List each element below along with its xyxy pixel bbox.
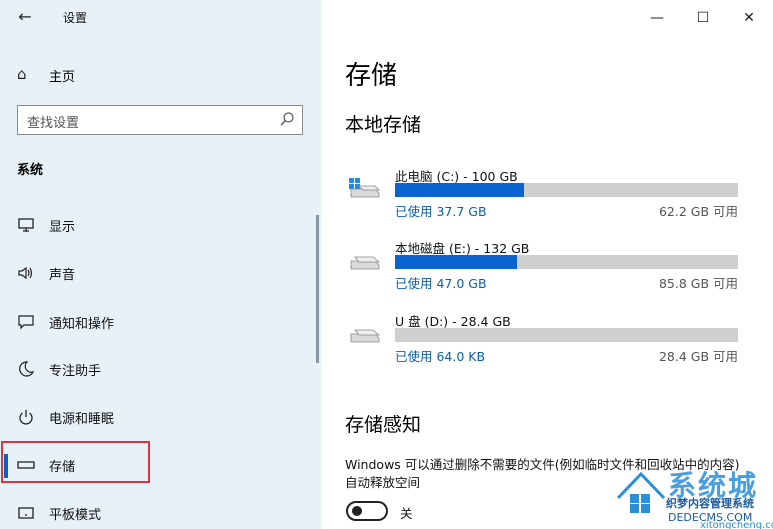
monitor-icon bbox=[18, 218, 34, 232]
usage-bar bbox=[395, 255, 738, 269]
sidebar-item-label: 显示 bbox=[49, 220, 76, 235]
search-icon bbox=[280, 112, 294, 126]
app-title: 设置 bbox=[63, 11, 88, 25]
navigation-pane: ← 设置 ⌂ 主页 查找设置 系统 显示 声音 通知和操作 专注助手 电源和睡眠… bbox=[0, 0, 321, 529]
drive-icon bbox=[350, 329, 381, 343]
home-label: 主页 bbox=[49, 70, 76, 85]
sidebar-item-notifications[interactable]: 通知和操作 bbox=[0, 299, 321, 345]
usage-bar bbox=[395, 183, 738, 197]
drive-used: 已使用 47.0 GB bbox=[395, 276, 487, 291]
home-icon: ⌂ bbox=[17, 65, 27, 83]
home-nav-item[interactable]: ⌂ 主页 bbox=[0, 60, 321, 90]
sidebar-item-display[interactable]: 显示 bbox=[0, 202, 321, 248]
watermark: 系统城 织梦内容管理系统 DEDECMS.COM xitongcheng.com bbox=[608, 462, 773, 529]
local-storage-heading: 本地存储 bbox=[345, 114, 422, 136]
drive-e[interactable]: 本地磁盘 (E:) - 132 GB 已使用 47.0 GB 85.8 GB 可… bbox=[321, 238, 773, 298]
sidebar-item-label: 平板模式 bbox=[49, 508, 102, 523]
back-arrow-icon[interactable]: ← bbox=[14, 6, 36, 28]
power-icon bbox=[19, 410, 33, 425]
drive-free: 28.4 GB 可用 bbox=[658, 349, 738, 364]
storage-sense-heading: 存储感知 bbox=[345, 414, 422, 436]
moon-icon bbox=[19, 361, 35, 377]
section-heading-system: 系统 bbox=[17, 163, 44, 178]
maximize-icon[interactable]: ☐ bbox=[693, 8, 713, 28]
sidebar-item-label: 通知和操作 bbox=[49, 317, 115, 332]
search-settings-input[interactable]: 查找设置 bbox=[17, 105, 303, 135]
close-icon[interactable]: ✕ bbox=[739, 8, 759, 28]
storage-sense-toggle[interactable] bbox=[346, 501, 388, 521]
watermark-text: 织梦内容管理系统 bbox=[666, 497, 754, 510]
minimize-icon[interactable]: — bbox=[647, 8, 667, 28]
sidebar-item-tablet-mode[interactable]: 平板模式 bbox=[0, 490, 321, 529]
sidebar-item-label: 专注助手 bbox=[49, 364, 102, 379]
search-placeholder: 查找设置 bbox=[27, 116, 80, 131]
highlight-box bbox=[1, 441, 150, 483]
drive-used: 已使用 37.7 GB bbox=[395, 204, 487, 219]
toggle-knob bbox=[352, 506, 362, 516]
speaker-icon bbox=[18, 266, 33, 280]
nav-scrollbar[interactable] bbox=[316, 215, 319, 363]
usage-bar-fill bbox=[395, 255, 518, 269]
usage-bar-fill bbox=[395, 183, 525, 197]
page-title: 存储 bbox=[345, 61, 398, 91]
sidebar-item-sound[interactable]: 声音 bbox=[0, 250, 321, 296]
drive-free: 85.8 GB 可用 bbox=[658, 276, 738, 291]
content-pane: — ☐ ✕ 存储 本地存储 此电脑 (C:) - 100 GB 已使用 37.7… bbox=[321, 0, 773, 529]
toggle-state-label: 关 bbox=[400, 506, 413, 521]
drive-free: 62.2 GB 可用 bbox=[658, 204, 738, 219]
tablet-icon bbox=[18, 507, 34, 519]
drive-icon bbox=[350, 256, 381, 270]
watermark-logo-icon bbox=[616, 471, 666, 513]
watermark-text: xitongcheng.com bbox=[700, 520, 773, 529]
sidebar-item-focus-assist[interactable]: 专注助手 bbox=[0, 346, 321, 392]
drive-d[interactable]: U 盘 (D:) - 28.4 GB 已使用 64.0 KB 28.4 GB 可… bbox=[321, 311, 773, 371]
drive-used: 已使用 64.0 KB bbox=[395, 349, 486, 364]
sidebar-item-label: 声音 bbox=[49, 268, 76, 283]
notification-icon bbox=[18, 315, 34, 330]
sidebar-item-label: 电源和睡眠 bbox=[49, 412, 115, 427]
sidebar-item-power[interactable]: 电源和睡眠 bbox=[0, 394, 321, 440]
windows-drive-icon bbox=[349, 178, 380, 198]
drive-c[interactable]: 此电脑 (C:) - 100 GB 已使用 37.7 GB 62.2 GB 可用 bbox=[321, 166, 773, 226]
usage-bar bbox=[395, 328, 738, 342]
title-bar: ← 设置 bbox=[0, 0, 321, 34]
